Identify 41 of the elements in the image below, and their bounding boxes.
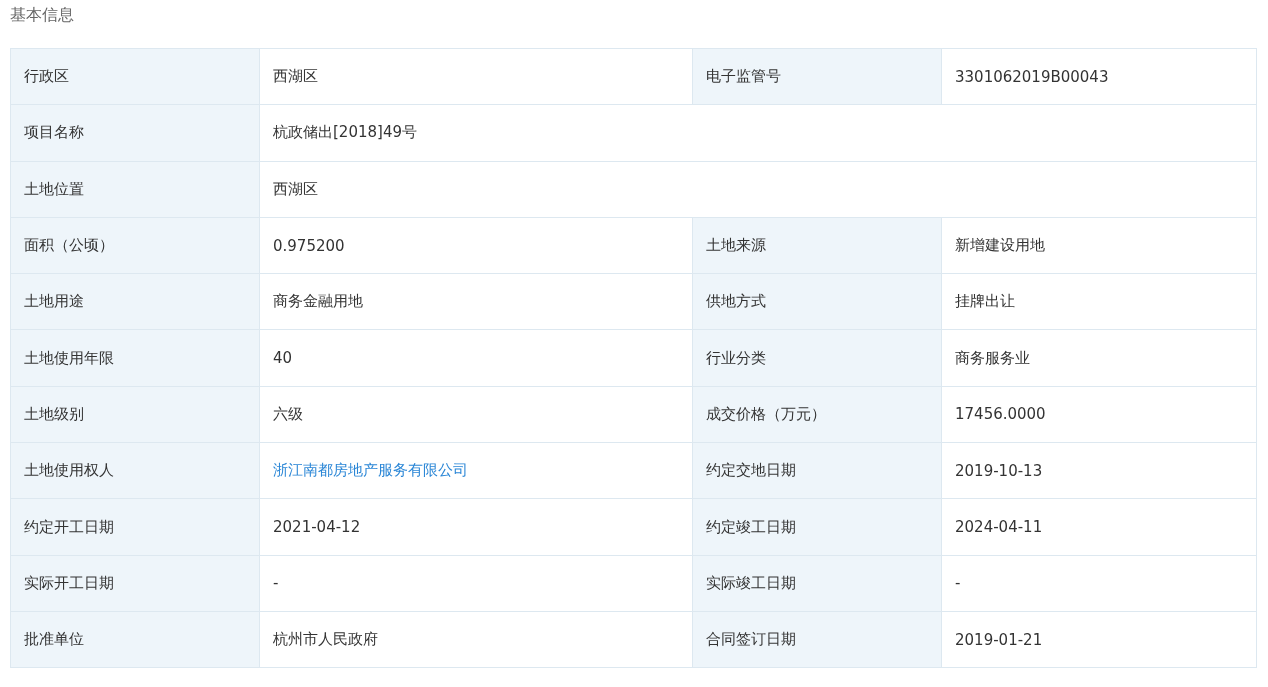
label-cell: 供地方式 <box>693 274 942 331</box>
label-cell: 土地使用年限 <box>11 330 260 387</box>
value-text: 17456.0000 <box>955 405 1046 424</box>
value-text: 商务金融用地 <box>273 292 363 312</box>
label-cell: 行业分类 <box>693 330 942 387</box>
label-cell: 合同签订日期 <box>693 611 942 669</box>
label-cell: 电子监管号 <box>693 49 942 106</box>
label-cell: 土地使用权人 <box>11 443 260 500</box>
value-text: 0.975200 <box>273 236 345 255</box>
value-text: 商务服务业 <box>955 348 1030 368</box>
label-cell: 土地级别 <box>11 386 260 444</box>
label-cell: 土地用途 <box>11 274 260 331</box>
value-text: 2019-10-13 <box>955 461 1043 480</box>
value-text: 40 <box>273 349 293 368</box>
label-cell: 土地位置 <box>11 161 260 218</box>
label-cell: 面积（公顷） <box>11 217 260 275</box>
label-cell: 约定交地日期 <box>693 443 942 500</box>
label-cell: 成交价格（万元） <box>693 386 942 444</box>
label-cell: 实际开工日期 <box>11 555 260 612</box>
value-text: 杭政储出[2018]49号 <box>273 123 417 143</box>
value-text: 挂牌出让 <box>955 292 1015 312</box>
value-text: 杭州市人民政府 <box>273 630 378 650</box>
label-cell: 约定竣工日期 <box>693 499 942 556</box>
value-text: - <box>273 574 279 593</box>
value-text: 六级 <box>273 404 303 424</box>
value-text: 2021-04-12 <box>273 518 361 536</box>
value-text: 西湖区 <box>273 67 318 87</box>
label-cell: 批准单位 <box>11 611 260 669</box>
value-text: 西湖区 <box>273 179 318 199</box>
label-cell: 项目名称 <box>11 105 260 162</box>
value-text: 3301062019B00043 <box>955 67 1109 86</box>
company-link[interactable]: 浙江南都房地产服务有限公司 <box>273 461 468 481</box>
value-text: 2024-04-11 <box>955 518 1043 536</box>
label-cell: 土地来源 <box>693 217 942 275</box>
value-text: 2019-01-21 <box>955 630 1043 649</box>
value-text: 新增建设用地 <box>955 236 1045 256</box>
label-cell: 行政区 <box>11 49 260 106</box>
label-cell: 实际竣工日期 <box>693 555 942 612</box>
value-text: - <box>955 574 961 593</box>
section-title: 基本信息 <box>10 4 75 26</box>
label-cell: 约定开工日期 <box>11 499 260 556</box>
